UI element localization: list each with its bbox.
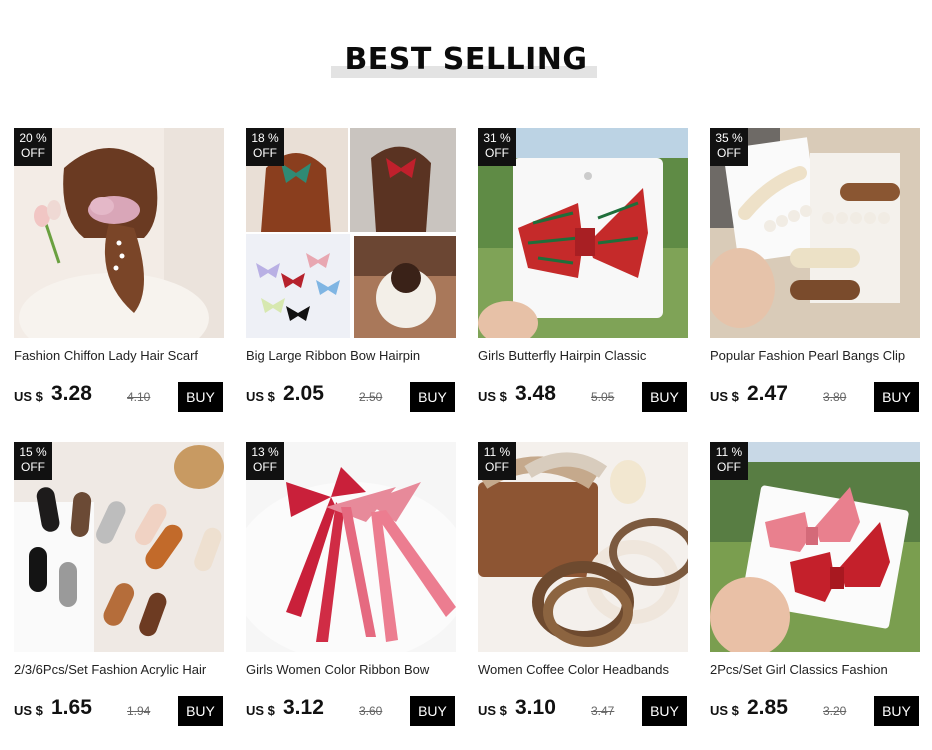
buy-button[interactable]: BUY (874, 382, 919, 412)
currency-label: US $ (14, 703, 43, 718)
sale-price: 2.05 (283, 382, 324, 405)
product-name[interactable]: Women Coffee Color Headbands (478, 662, 688, 677)
sale-price: 3.10 (515, 696, 556, 719)
currency-label: US $ (14, 389, 43, 404)
product-card: 11 % OFF Women Coffee Color Headbands US … (478, 442, 688, 742)
product-card: 15 % OFF 2/3/6Pcs/Set Fashion Acrylic Hai… (14, 442, 224, 742)
original-price: 3.80 (823, 390, 847, 404)
currency-label: US $ (478, 389, 507, 404)
product-card: 13 % OFF Girls Women Color Ribbon Bow US … (246, 442, 456, 742)
product-card: 20 % OFF Fashion Chiffon Lady Hair Scarf … (14, 128, 224, 428)
buy-button[interactable]: BUY (178, 696, 223, 726)
discount-badge: 11 % OFF (478, 442, 516, 480)
product-name[interactable]: Fashion Chiffon Lady Hair Scarf (14, 348, 224, 363)
product-image-butterfly-hairpin[interactable]: 31 % OFF (478, 128, 688, 338)
product-image-classics-bow-set[interactable]: 11 % OFF (710, 442, 920, 652)
sale-price: 2.85 (747, 696, 788, 719)
product-image-color-ribbon-bow[interactable]: 13 % OFF (246, 442, 456, 652)
product-name[interactable]: Popular Fashion Pearl Bangs Clip (710, 348, 920, 363)
discount-badge: 31 % OFF (478, 128, 516, 166)
section-heading: BEST SELLING (0, 38, 932, 88)
product-card: 18 % OFF Big Large Ribbon Bow Hairpin US … (246, 128, 456, 428)
currency-label: US $ (710, 703, 739, 718)
currency-label: US $ (478, 703, 507, 718)
buy-button[interactable]: BUY (642, 382, 687, 412)
discount-badge: 35 % OFF (710, 128, 748, 166)
discount-badge: 13 % OFF (246, 442, 284, 480)
currency-label: US $ (710, 389, 739, 404)
sale-price: 1.65 (51, 696, 92, 719)
section-title: BEST SELLING (344, 42, 588, 77)
product-image-coffee-headbands[interactable]: 11 % OFF (478, 442, 688, 652)
buy-button[interactable]: BUY (410, 696, 455, 726)
price-row: US $ 2.85 3.20 BUY (710, 696, 920, 726)
product-card: 11 % OFF 2Pcs/Set Girl Classics Fashion U… (710, 442, 920, 742)
buy-button[interactable]: BUY (178, 382, 223, 412)
buy-button[interactable]: BUY (642, 696, 687, 726)
currency-label: US $ (246, 389, 275, 404)
product-card: 31 % OFF Girls Butterfly Hairpin Classic … (478, 128, 688, 428)
product-name[interactable]: 2/3/6Pcs/Set Fashion Acrylic Hair (14, 662, 224, 677)
discount-badge: 18 % OFF (246, 128, 284, 166)
buy-button[interactable]: BUY (874, 696, 919, 726)
discount-badge: 11 % OFF (710, 442, 748, 480)
price-row: US $ 3.48 5.05 BUY (478, 382, 688, 412)
price-row: US $ 2.47 3.80 BUY (710, 382, 920, 412)
product-name[interactable]: Big Large Ribbon Bow Hairpin (246, 348, 456, 363)
product-name[interactable]: Girls Women Color Ribbon Bow (246, 662, 456, 677)
price-row: US $ 3.28 4.10 BUY (14, 382, 224, 412)
sale-price: 3.48 (515, 382, 556, 405)
original-price: 2.50 (359, 390, 383, 404)
original-price: 3.60 (359, 704, 383, 718)
sale-price: 2.47 (747, 382, 788, 405)
sale-price: 3.28 (51, 382, 92, 405)
price-row: US $ 3.12 3.60 BUY (246, 696, 456, 726)
original-price: 3.20 (823, 704, 847, 718)
product-image-acrylic-hair-clips[interactable]: 15 % OFF (14, 442, 224, 652)
product-card: 35 % OFF Popular Fashion Pearl Bangs Clip… (710, 128, 920, 428)
product-name[interactable]: Girls Butterfly Hairpin Classic (478, 348, 688, 363)
buy-button[interactable]: BUY (410, 382, 455, 412)
currency-label: US $ (246, 703, 275, 718)
product-image-hair-scarf[interactable]: 20 % OFF (14, 128, 224, 338)
original-price: 1.94 (127, 704, 151, 718)
original-price: 5.05 (591, 390, 615, 404)
product-image-pearl-bangs-clip[interactable]: 35 % OFF (710, 128, 920, 338)
original-price: 4.10 (127, 390, 151, 404)
sale-price: 3.12 (283, 696, 324, 719)
original-price: 3.47 (591, 704, 615, 718)
product-name[interactable]: 2Pcs/Set Girl Classics Fashion (710, 662, 920, 677)
price-row: US $ 3.10 3.47 BUY (478, 696, 688, 726)
price-row: US $ 2.05 2.50 BUY (246, 382, 456, 412)
price-row: US $ 1.65 1.94 BUY (14, 696, 224, 726)
discount-badge: 15 % OFF (14, 442, 52, 480)
product-image-ribbon-bow-hairpin[interactable]: 18 % OFF (246, 128, 456, 338)
discount-badge: 20 % OFF (14, 128, 52, 166)
